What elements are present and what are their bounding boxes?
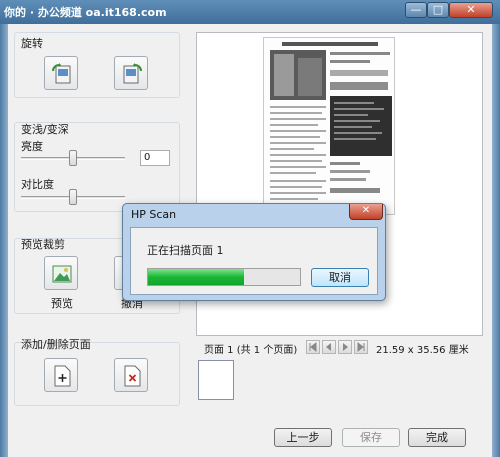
scan-status-message: 正在扫描页面 1: [147, 244, 224, 257]
page-thumbnail[interactable]: [198, 360, 234, 400]
page-info-text: 页面 1 (共 1 个页面): [204, 345, 298, 356]
cancel-scan-button[interactable]: 取消: [311, 268, 369, 287]
scanned-page-preview: [263, 37, 395, 215]
delete-page-button[interactable]: [114, 358, 148, 392]
last-page-button[interactable]: [354, 340, 368, 354]
last-page-icon: [357, 341, 365, 353]
window-titlebar: 你的 · 办公频道 oa.it168.com — □ ✕: [0, 0, 500, 24]
page-size-text: 21.59 x 35.56 厘米: [376, 345, 469, 356]
previous-page-icon: [326, 343, 331, 351]
next-page-icon: [343, 343, 348, 351]
rotate-left-button[interactable]: [44, 56, 78, 90]
scan-progress-dialog: HP Scan ✕ 正在扫描页面 1 取消: [122, 203, 386, 301]
maximize-button[interactable]: □: [427, 2, 449, 18]
rotate-group-title: 旋转: [21, 37, 43, 50]
brightness-value-field[interactable]: 0: [140, 150, 170, 166]
minimize-button[interactable]: —: [405, 2, 427, 18]
scan-progress-fill: [148, 269, 244, 285]
main-window: 旋转 变浅/变深 亮度 0 对比度 预览裁剪 预览 撤消 添加/删除页面 页面 …: [8, 24, 492, 457]
preview-image-icon: [52, 265, 72, 283]
brightness-label: 亮度: [21, 140, 43, 153]
dialog-close-button[interactable]: ✕: [349, 204, 383, 220]
close-button[interactable]: ✕: [449, 2, 493, 18]
adjust-group-title: 变浅/变深: [21, 123, 69, 136]
save-button[interactable]: 保存: [342, 428, 400, 447]
dialog-body: 正在扫描页面 1 取消: [130, 227, 378, 295]
scanned-document-image: [270, 42, 392, 200]
contrast-label: 对比度: [21, 178, 54, 191]
contrast-slider-thumb[interactable]: [69, 189, 77, 205]
delete-page-icon: [124, 365, 141, 387]
first-page-button[interactable]: [306, 340, 320, 354]
rotate-right-icon: [123, 63, 142, 84]
scan-progress-bar: [147, 268, 301, 286]
window-title: 你的 · 办公频道 oa.it168.com: [4, 6, 167, 19]
rotate-right-button[interactable]: [114, 56, 148, 90]
finish-button[interactable]: 完成: [408, 428, 466, 447]
crop-group-title: 预览裁剪: [21, 238, 65, 251]
preview-button-label: 预览: [51, 297, 73, 310]
rotate-left-icon: [52, 63, 71, 84]
previous-page-button[interactable]: [322, 340, 336, 354]
brightness-slider-thumb[interactable]: [69, 150, 77, 166]
window-frame-right: [492, 24, 500, 457]
dialog-title: HP Scan: [131, 208, 177, 221]
first-page-icon: [309, 341, 317, 353]
add-page-icon: [54, 365, 71, 387]
pages-group-title: 添加/删除页面: [21, 338, 91, 351]
preview-button[interactable]: [44, 256, 78, 290]
back-button[interactable]: 上一步: [274, 428, 332, 447]
add-page-button[interactable]: [44, 358, 78, 392]
next-page-button[interactable]: [338, 340, 352, 354]
window-frame-left: [0, 24, 8, 457]
